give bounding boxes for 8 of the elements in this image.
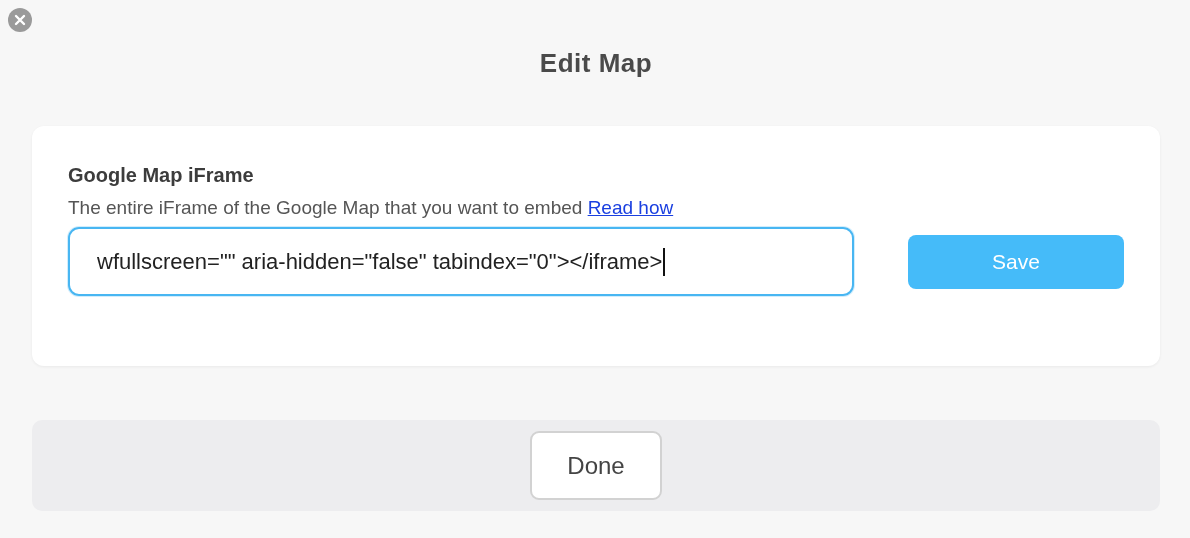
- input-field[interactable]: wfullscreen="" aria-hidden="false" tabindex="0"></iframe>: [68, 227, 854, 296]
- read-how-link[interactable]: Read how: [587, 197, 674, 218]
- field-label: Google Map iFrame: [68, 164, 254, 187]
- close-icon: [14, 14, 26, 26]
- done-button[interactable]: Done: [530, 431, 662, 500]
- dialog-title: Edit Map: [538, 47, 654, 80]
- field-description: The entire iFrame of the Google Map that you want to embed Read how: [68, 197, 674, 219]
- close-button[interactable]: [8, 8, 32, 32]
